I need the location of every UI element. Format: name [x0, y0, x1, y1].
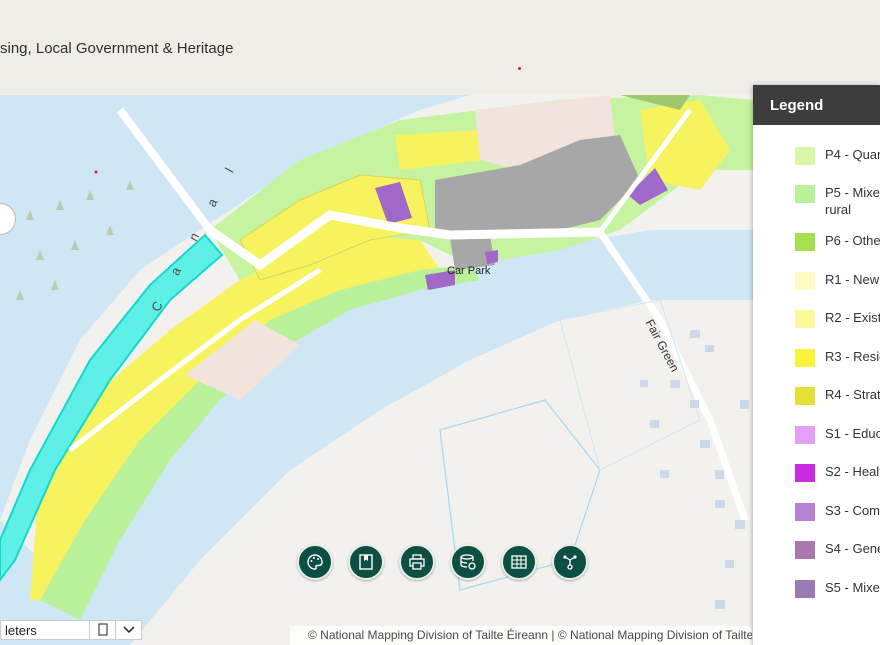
print-button[interactable]	[399, 544, 435, 580]
legend-label: P5 - Mixe rural	[825, 185, 880, 217]
legend-label: R2 - Exist	[825, 310, 880, 325]
legend-item: P4 - Quar	[753, 146, 880, 184]
legend-label: S3 - Com	[825, 502, 880, 518]
legend-label: S4 - Gene	[825, 541, 880, 556]
legend-label: S1 - Educ	[825, 425, 880, 441]
legend-swatch	[795, 185, 815, 203]
copy-button[interactable]	[89, 621, 115, 639]
bookmark-button[interactable]	[348, 544, 384, 580]
share-icon	[563, 555, 577, 570]
copy-icon	[97, 623, 108, 636]
legend-item: R2 - Exist	[753, 309, 880, 348]
car-park-label: Car Park	[447, 265, 491, 277]
legend-label: S5 - Mixe	[825, 579, 880, 595]
legend-swatch	[795, 425, 815, 444]
legend-label: R1 - New	[825, 271, 880, 287]
map-toolbar	[297, 544, 588, 580]
layers-icon	[460, 554, 476, 570]
legend-item: R1 - New	[753, 271, 880, 310]
legend-swatch	[795, 147, 815, 165]
legend-item: P6 - Othe	[753, 232, 880, 271]
layers-button[interactable]	[450, 544, 486, 580]
legend-list: P4 - Quar P5 - Mixe rural P6 - Othe R1 - …	[753, 125, 880, 617]
legend-swatch	[795, 233, 815, 251]
legend-swatch	[795, 579, 815, 598]
share-button[interactable]	[552, 544, 588, 580]
legend-item: S4 - Gene	[753, 540, 880, 579]
legend-label: P6 - Othe	[825, 233, 880, 248]
page-title: sing, Local Government & Heritage	[0, 40, 234, 57]
app-header: sing, Local Government & Heritage	[0, 0, 880, 95]
legend-item: R3 - Resid	[753, 348, 880, 387]
print-icon	[409, 554, 425, 570]
table-button[interactable]	[501, 544, 537, 580]
dropdown-button[interactable]	[115, 621, 141, 639]
legend-label: R4 - Strat	[825, 387, 880, 402]
scale-unit-selector[interactable]: leters	[0, 620, 142, 640]
chevron-down-icon	[122, 626, 135, 634]
header-marker	[518, 67, 521, 70]
palette-button[interactable]	[297, 544, 333, 580]
map-attribution: © National Mapping Division of Tailte Éi…	[290, 626, 752, 645]
legend-swatch	[795, 387, 815, 405]
table-icon	[511, 555, 527, 569]
legend-swatch	[795, 271, 815, 290]
legend-swatch	[795, 502, 815, 521]
legend-item: S1 - Educ	[753, 425, 880, 464]
legend-label: P4 - Quar	[825, 147, 880, 162]
palette-icon	[307, 554, 323, 570]
legend-swatch	[795, 348, 815, 367]
scale-unit-label: leters	[5, 622, 37, 638]
legend-title: Legend	[753, 85, 880, 125]
legend-item: S2 - Healt	[753, 463, 880, 502]
legend-panel: Legend P4 - Quar P5 - Mixe rural P6 - Oth…	[753, 85, 880, 645]
legend-label: R3 - Resid	[825, 348, 880, 364]
legend-item: S3 - Com	[753, 502, 880, 541]
legend-swatch	[795, 464, 815, 482]
legend-item: S5 - Mixe	[753, 579, 880, 618]
legend-label: S2 - Healt	[825, 464, 880, 479]
legend-item: R4 - Strat	[753, 386, 880, 425]
legend-item: P5 - Mixe rural	[753, 184, 880, 232]
legend-swatch	[795, 310, 815, 328]
legend-swatch	[795, 541, 815, 559]
bookmark-icon	[359, 554, 373, 570]
